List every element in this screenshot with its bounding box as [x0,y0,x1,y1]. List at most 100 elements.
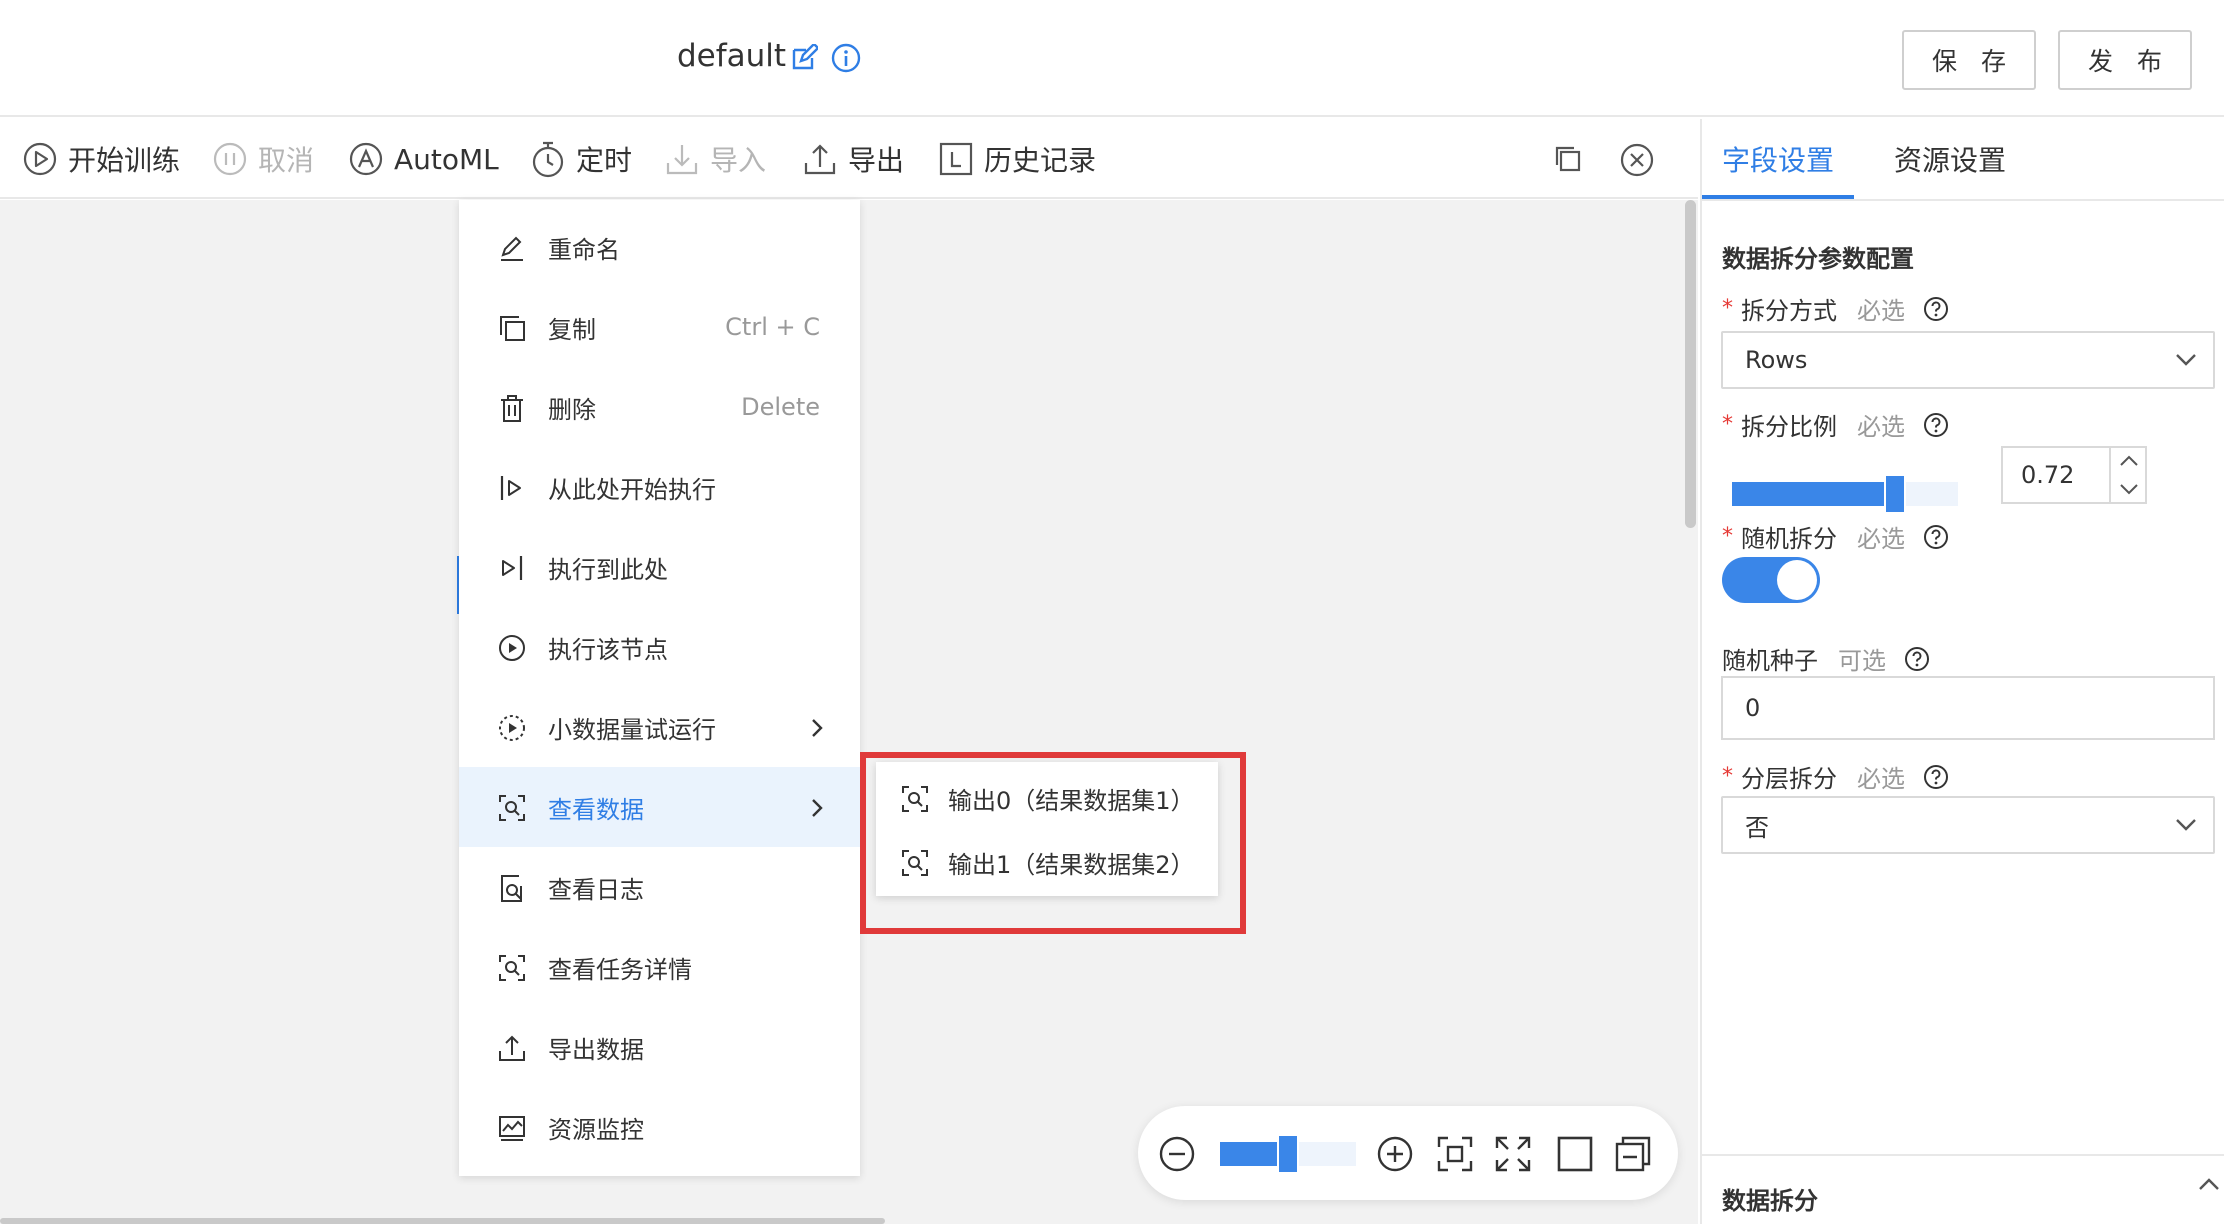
save-button[interactable]: 保 存 [1902,30,2036,90]
start-training-button[interactable]: 开始训练 [22,119,180,199]
field-hint: 必选 [1857,297,1905,325]
view-data-submenu: 输出0（结果数据集1） 输出1（结果数据集2） [876,762,1218,896]
input-value: 0 [1745,694,1761,722]
input-value: 0.72 [2021,461,2075,489]
trial-run-icon [499,715,525,741]
history-icon [939,142,973,176]
field-name: 随机拆分 [1741,525,1837,553]
tab-label: 字段设置 [1722,144,1835,177]
select-value: Rows [1745,346,1808,374]
split-ratio-slider[interactable] [1732,474,1958,514]
menu-item-run-to-here[interactable]: 执行到此处 [459,527,860,607]
chevron-up-icon[interactable] [2119,454,2139,468]
zoom-slider[interactable] [1220,1134,1356,1174]
menu-item-label: 小数据量试运行 [548,715,716,744]
help-icon[interactable] [1923,296,1949,322]
tab-resource-settings[interactable]: 资源设置 [1894,119,2006,199]
split-ratio-slider-fill [1732,482,1895,506]
submenu-item-output1[interactable]: 输出1（结果数据集2） [876,830,1218,894]
random-seed-input[interactable]: 0 [1721,676,2215,740]
menu-item-delete[interactable]: 删除 Delete [459,367,860,447]
page-title: default [677,38,786,74]
automl-icon [349,142,383,176]
toggle-knob [1777,560,1817,600]
fullscreen-icon[interactable] [1494,1135,1532,1173]
chevron-down-icon[interactable] [2119,482,2139,496]
layers-icon[interactable] [1614,1135,1652,1173]
chevron-down-icon [2176,354,2196,366]
context-menu: 重命名 复制 Ctrl + C 删除 Delete 从此处开始执行 执行到此处 … [459,200,860,1176]
canvas-vertical-scrollbar[interactable] [1685,200,1696,528]
menu-item-run-node[interactable]: 执行该节点 [459,607,860,687]
toolbar-label: AutoML [394,142,499,176]
toolbar: 开始训练 取消 AutoML 定时 导入 导出 历史记录 [0,119,1698,199]
info-icon[interactable] [830,42,862,74]
toolbar-label: 开始训练 [68,144,181,177]
submenu-item-output0[interactable]: 输出0（结果数据集1） [876,766,1218,830]
help-icon[interactable] [1923,412,1949,438]
menu-item-view-log[interactable]: 查看日志 [459,847,860,927]
menu-item-label: 重命名 [548,235,620,264]
schedule-button[interactable]: 定时 [530,119,632,199]
stratified-split-select[interactable]: 否 [1721,796,2215,854]
field-hint: 必选 [1857,765,1905,793]
required-mark: * [1722,296,1733,321]
edit-title-icon[interactable] [790,44,818,72]
toolbar-label: 历史记录 [984,144,1097,177]
menu-item-export-data[interactable]: 导出数据 [459,1007,860,1087]
menu-item-trial-run[interactable]: 小数据量试运行 [459,687,860,767]
required-mark: * [1722,524,1733,549]
zoom-slider-thumb[interactable] [1277,1134,1299,1174]
canvas-horizontal-scrollbar[interactable] [0,1218,885,1224]
menu-item-label: 执行到此处 [548,555,668,584]
split-ratio-slider-thumb[interactable] [1884,474,1906,514]
view-data-icon [902,850,928,876]
copy-window-icon[interactable] [1554,145,1582,173]
help-icon[interactable] [1923,764,1949,790]
field-name: 分层拆分 [1741,765,1837,793]
random-split-toggle[interactable] [1722,557,1820,603]
menu-item-label: 查看数据 [548,795,644,824]
split-method-label: * 拆分方式 必选 [1722,291,1949,326]
minimap-icon[interactable] [1556,1135,1594,1173]
help-icon[interactable] [1904,646,1930,672]
split-method-select[interactable]: Rows [1721,331,2215,389]
stratified-split-label: * 分层拆分 必选 [1722,759,1949,794]
fit-view-icon[interactable] [1436,1135,1474,1173]
menu-item-copy[interactable]: 复制 Ctrl + C [459,287,860,367]
menu-item-rename[interactable]: 重命名 [459,207,860,287]
project-title: default [677,38,787,74]
tab-label: 资源设置 [1894,144,2007,177]
tab-field-settings[interactable]: 字段设置 [1722,119,1834,199]
publish-button[interactable]: 发 布 [2058,30,2192,90]
menu-item-task-detail[interactable]: 查看任务详情 [459,927,860,1007]
split-ratio-input[interactable]: 0.72 [2001,446,2147,504]
menu-item-label: 查看任务详情 [548,955,692,984]
run-to-here-icon [502,556,523,580]
menu-item-view-data[interactable]: 查看数据 [459,767,860,847]
menu-item-label: 删除 [548,395,596,424]
run-node-icon [499,635,525,661]
history-button[interactable]: 历史记录 [938,119,1096,199]
cancel-button[interactable]: 取消 [212,119,314,199]
export-button[interactable]: 导出 [802,119,904,199]
menu-item-run-from-here[interactable]: 从此处开始执行 [459,447,860,527]
field-hint: 可选 [1838,647,1886,675]
import-button[interactable]: 导入 [664,119,766,199]
view-log-icon [501,875,522,902]
view-data-icon [902,786,928,812]
zoom-in-icon[interactable] [1376,1135,1414,1173]
automl-button[interactable]: AutoML [348,119,499,199]
split-ratio-label: * 拆分比例 必选 [1722,407,1949,442]
collapse-icon[interactable] [2198,1177,2220,1191]
menu-item-resource-monitor[interactable]: 资源监控 [459,1087,860,1167]
zoom-out-icon[interactable] [1158,1135,1196,1173]
view-data-icon [499,795,525,821]
submenu-item-label: 输出1（结果数据集2） [948,850,1195,879]
play-circle-icon [23,142,57,176]
zoom-toolbar [1138,1106,1678,1200]
help-icon[interactable] [1923,524,1949,550]
close-canvas-icon[interactable] [1620,143,1654,177]
section-title: 数据拆分参数配置 [1722,245,1914,273]
pencil-icon [501,236,523,261]
